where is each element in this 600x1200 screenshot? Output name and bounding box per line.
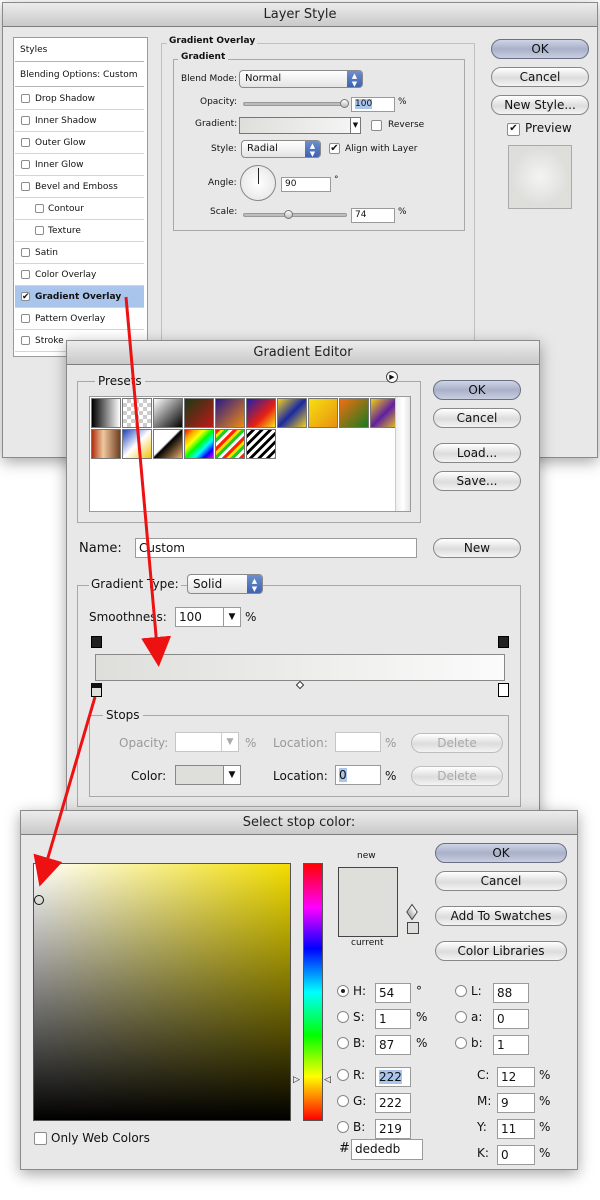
annotation-arrows [33, 296, 172, 887]
arrow-to-color-field [33, 696, 97, 887]
arrow-to-gradient-bar [124, 296, 172, 667]
